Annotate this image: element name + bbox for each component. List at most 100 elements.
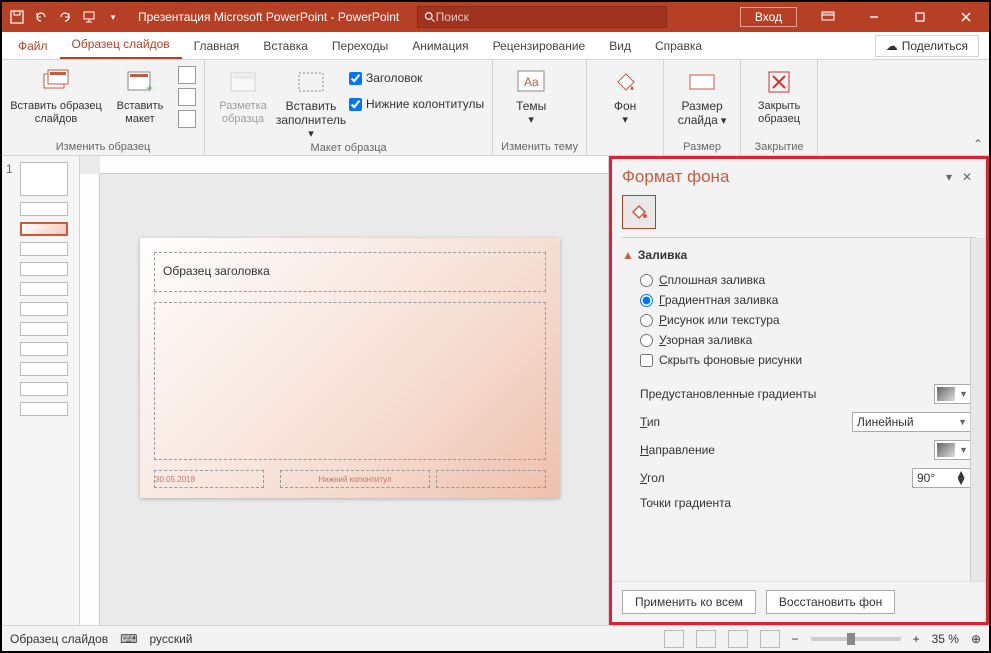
pane-header: Формат фона ▾ ✕ (612, 159, 986, 195)
signin-button[interactable]: Вход (740, 7, 797, 27)
status-language[interactable]: русский (149, 632, 192, 646)
tab-animations[interactable]: Анимация (400, 33, 480, 59)
start-slideshow-icon[interactable] (80, 8, 98, 26)
undo-icon[interactable] (32, 8, 50, 26)
tab-review[interactable]: Рецензирование (481, 33, 598, 59)
pane-body: ▲ Заливка Сплошная заливка Градиентная з… (612, 238, 986, 581)
workspace: 1 Образец заголовка 3 (2, 156, 989, 625)
rename-button[interactable] (178, 88, 196, 106)
zoom-level[interactable]: 35 % (932, 632, 959, 646)
share-button[interactable]: ☁Поделиться (875, 35, 979, 57)
pane-scrollbar[interactable] (970, 238, 986, 581)
fill-section-header[interactable]: ▲ Заливка (622, 248, 972, 262)
insert-layout-button[interactable]: + Вставить макет (110, 64, 170, 125)
layout-thumb[interactable] (20, 362, 68, 376)
app-window: ▾ Презентация Microsoft PowerPoint - Pow… (0, 0, 991, 653)
layout-thumb[interactable] (20, 382, 68, 396)
tab-transitions[interactable]: Переходы (320, 33, 400, 59)
fit-window-button[interactable]: ⊕ (971, 632, 981, 646)
themes-button[interactable]: Aa Темы▾ (501, 64, 561, 126)
title-placeholder[interactable]: Образец заголовка (154, 252, 546, 292)
ruler-vertical (80, 174, 100, 625)
tab-slide-master[interactable]: Образец слайдов (60, 31, 182, 59)
tab-insert[interactable]: Вставка (251, 33, 320, 59)
themes-icon: Aa (515, 66, 547, 98)
search-input[interactable] (436, 10, 661, 24)
layout-thumb[interactable] (20, 282, 68, 296)
ribbon: Вставить образец слайдов + Вставить маке… (2, 60, 989, 156)
tab-view[interactable]: Вид (597, 33, 643, 59)
group-close: Закрыть образец Закрытие (741, 60, 818, 155)
slide-size-button[interactable]: Размер слайда ▾ (672, 64, 732, 128)
layout-thumb[interactable] (20, 342, 68, 356)
qat-dropdown-icon[interactable]: ▾ (104, 8, 122, 26)
search-icon (424, 11, 435, 23)
reset-bg-button[interactable]: Восстановить фон (766, 590, 895, 614)
slide-canvas[interactable]: Образец заголовка 30.05.2018 Нижний коло… (80, 156, 989, 625)
minimize-button[interactable] (851, 2, 897, 32)
layout-thumb-selected[interactable] (20, 222, 68, 236)
view-sorter-button[interactable] (696, 630, 716, 648)
body-placeholder[interactable] (154, 302, 546, 460)
tab-file[interactable]: Файл (6, 33, 60, 59)
hide-bg-checkbox[interactable]: Скрыть фоновые рисунки (622, 350, 972, 370)
apply-all-button[interactable]: Применить ко всем (622, 590, 756, 614)
zoom-in-button[interactable]: + (913, 632, 920, 646)
collapse-ribbon-icon[interactable]: ⌃ (973, 137, 983, 151)
tab-help[interactable]: Справка (643, 33, 714, 59)
layout-thumb[interactable] (20, 402, 68, 416)
slidenum-placeholder[interactable] (436, 470, 546, 488)
language-icon[interactable]: ⌨ (120, 632, 137, 646)
view-normal-button[interactable] (664, 630, 684, 648)
fill-pattern-radio[interactable]: Узорная заливка (622, 330, 972, 350)
group-edit-master: Вставить образец слайдов + Вставить маке… (2, 60, 205, 155)
gradient-direction-button[interactable]: ▼ (934, 440, 972, 460)
layout-thumb[interactable] (20, 262, 68, 276)
pane-tabs (612, 195, 986, 237)
document-title: Презентация Microsoft PowerPoint - Power… (138, 10, 399, 24)
gradient-type-row: Тип Линейный▼ (622, 408, 972, 436)
redo-icon[interactable] (56, 8, 74, 26)
close-window-button[interactable] (943, 2, 989, 32)
master-thumb[interactable] (20, 162, 68, 196)
fill-gradient-radio[interactable]: Градиентная заливка (622, 290, 972, 310)
zoom-out-button[interactable]: − (792, 632, 799, 646)
pane-close-icon[interactable]: ✕ (958, 170, 976, 184)
footer-placeholder[interactable]: Нижний колонтитул (280, 470, 430, 488)
footers-checkbox[interactable]: Нижние колонтитулы (349, 94, 484, 114)
title-checkbox[interactable]: Заголовок (349, 68, 484, 88)
tab-home[interactable]: Главная (182, 33, 252, 59)
titlebar: ▾ Презентация Microsoft PowerPoint - Pow… (2, 2, 989, 32)
close-master-button[interactable]: Закрыть образец (749, 64, 809, 125)
thumbnail-panel: 1 (2, 156, 80, 625)
preserve-button[interactable] (178, 110, 196, 128)
view-reading-button[interactable] (728, 630, 748, 648)
gradient-type-combo[interactable]: Линейный▼ (852, 412, 972, 432)
delete-button[interactable] (178, 66, 196, 84)
fill-picture-radio[interactable]: Рисунок или текстура (622, 310, 972, 330)
layout-thumb[interactable] (20, 302, 68, 316)
view-slideshow-button[interactable] (760, 630, 780, 648)
save-icon[interactable] (8, 8, 26, 26)
gradient-direction-row: Направление ▼ (622, 436, 972, 464)
gradient-stops-row: Точки градиента (622, 492, 972, 514)
slide[interactable]: Образец заголовка 30.05.2018 Нижний коло… (140, 238, 560, 498)
date-placeholder[interactable]: 30.05.2018 (154, 470, 264, 488)
fill-solid-radio[interactable]: Сплошная заливка (622, 270, 972, 290)
layout-thumb[interactable] (20, 242, 68, 256)
gradient-angle-spin[interactable]: 90°▲▼ (912, 468, 972, 488)
fill-tab-icon[interactable] (622, 195, 656, 229)
maximize-button[interactable] (897, 2, 943, 32)
zoom-slider[interactable] (811, 637, 901, 641)
insert-placeholder-button[interactable]: Вставить заполнитель ▾ (281, 64, 341, 140)
layout-thumb[interactable] (20, 202, 68, 216)
background-button[interactable]: Фон▾ (595, 64, 655, 126)
status-bar: Образец слайдов ⌨ русский − + 35 % ⊕ (2, 625, 989, 651)
insert-slide-master-button[interactable]: Вставить образец слайдов (10, 64, 102, 125)
group-background: Фон▾ (587, 60, 664, 155)
ribbon-display-icon[interactable] (805, 2, 851, 32)
preset-gradients-button[interactable]: ▼ (934, 384, 972, 404)
pane-options-icon[interactable]: ▾ (940, 170, 958, 184)
layout-thumb[interactable] (20, 322, 68, 336)
search-box[interactable] (417, 6, 667, 28)
